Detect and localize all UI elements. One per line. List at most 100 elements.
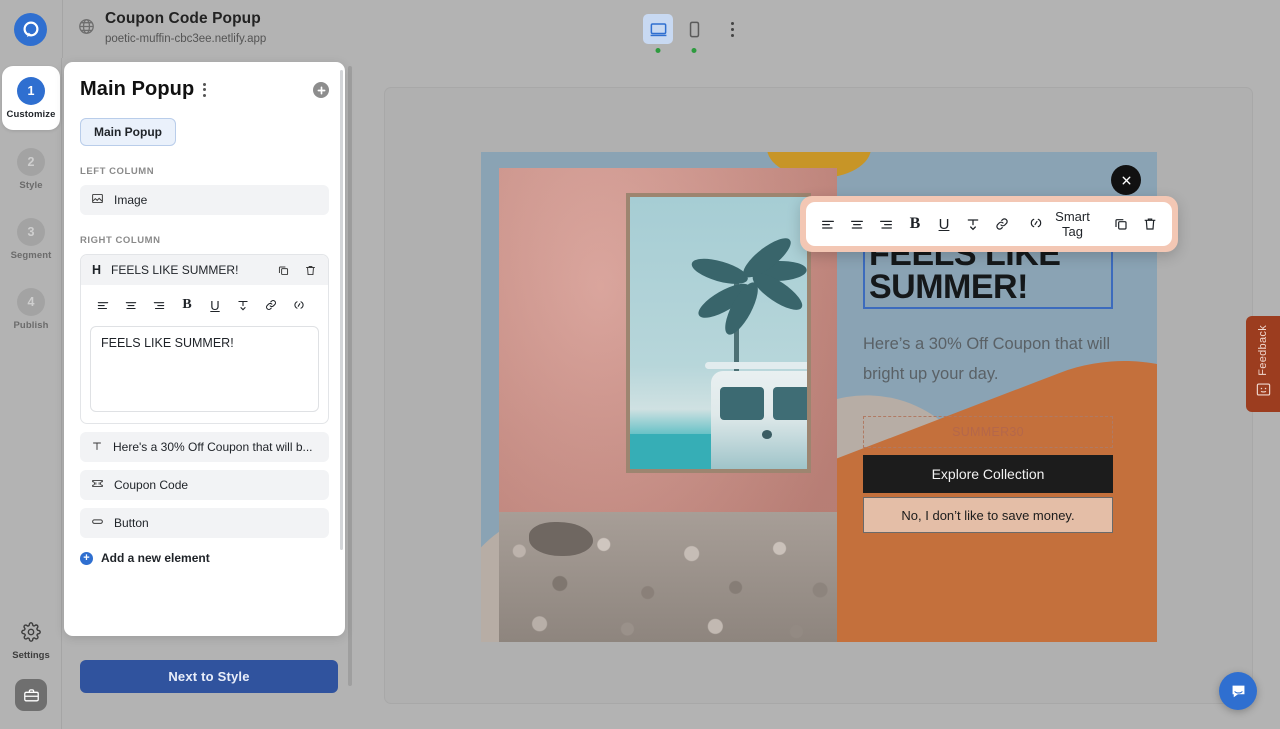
panel-kebab-menu-icon[interactable] — [201, 80, 208, 100]
app-root: Coupon Code Popup poetic-muffin-cbc3ee.n… — [0, 0, 1280, 729]
list-item-button[interactable]: Button — [80, 508, 329, 538]
framed-poster — [626, 193, 811, 473]
sidebar-step-publish[interactable]: 4 Publish — [0, 278, 62, 340]
device-toggle-group — [643, 14, 745, 53]
popup-coupon-code[interactable]: SUMMER30 — [863, 416, 1113, 448]
left-rail: 1 Customize 2 Style 3 Segment 4 Publish — [0, 58, 62, 729]
step-label: Customize — [6, 108, 56, 120]
list-item-label: Button — [114, 516, 149, 530]
desktop-status-dot — [655, 48, 661, 53]
next-to-style-button[interactable]: Next to Style — [80, 660, 338, 693]
text-format-toolbar: B U — [81, 285, 328, 320]
button-icon — [91, 515, 104, 531]
selected-element-label: FEELS LIKE SUMMER! — [111, 263, 239, 277]
globe-icon — [78, 18, 95, 40]
toolbar-align-left-icon[interactable] — [814, 209, 842, 239]
mobile-view-button[interactable] — [679, 14, 709, 53]
right-column-label: RIGHT COLUMN — [80, 235, 161, 246]
optimonk-logo-icon[interactable] — [14, 13, 47, 46]
toolbar-trash-icon[interactable] — [1136, 209, 1164, 239]
desktop-view-button[interactable] — [643, 14, 673, 53]
popup-decline-button[interactable]: No, I don’t like to save money. — [863, 497, 1113, 533]
toolbar-align-right-icon[interactable] — [872, 209, 900, 239]
list-item-label: Coupon Code — [114, 478, 189, 492]
text-icon — [91, 440, 103, 455]
smart-tag-button[interactable]: Smart Tag — [1024, 209, 1099, 239]
link-icon[interactable] — [257, 294, 285, 316]
heading-text-editor[interactable]: FEELS LIKE SUMMER! — [90, 326, 319, 412]
trash-icon[interactable] — [302, 262, 319, 279]
toolbar-align-center-icon[interactable] — [843, 209, 871, 239]
align-right-icon[interactable] — [145, 294, 173, 316]
site-info: Coupon Code Popup poetic-muffin-cbc3ee.n… — [78, 9, 266, 47]
underline-button[interactable]: U — [201, 294, 229, 316]
editor-panel: Main Popup Main Popup LEFT COLUMN Image … — [64, 62, 345, 636]
sidebar-step-segment[interactable]: 3 Segment — [0, 208, 62, 270]
toolbar-underline-button[interactable]: U — [930, 209, 958, 239]
toolbar-copy-icon[interactable] — [1107, 209, 1135, 239]
mobile-status-dot — [691, 48, 697, 53]
plus-circle-icon: + — [80, 551, 93, 565]
palm-fronds — [688, 230, 807, 339]
preview-canvas: FEELS LIKE SUMMER! Here’s a 30% Off Coup… — [384, 87, 1253, 704]
top-bar: Coupon Code Popup poetic-muffin-cbc3ee.n… — [0, 0, 1280, 58]
step-label: Style — [19, 179, 43, 191]
code-brackets-icon — [1028, 215, 1044, 234]
list-item-image[interactable]: Image — [80, 185, 329, 215]
list-item-text[interactable]: Here's a 30% Off Coupon that will b... — [80, 432, 329, 462]
heading-icon: H — [92, 263, 102, 277]
step-number: 1 — [17, 76, 45, 105]
selected-element-card: H FEELS LIKE SUMMER! B U FEELS LIKE SUMM… — [80, 254, 329, 424]
camper-van — [704, 362, 807, 469]
list-item-coupon-code[interactable]: Coupon Code — [80, 470, 329, 500]
kebab-menu-icon[interactable] — [719, 14, 745, 44]
popup-subheading[interactable]: Here’s a 30% Off Coupon that will bright… — [863, 329, 1113, 390]
chat-bubble-icon[interactable] — [1219, 672, 1257, 710]
toolbar-link-icon[interactable] — [988, 209, 1016, 239]
panel-header: Main Popup — [80, 78, 329, 101]
close-x-icon[interactable] — [1111, 165, 1141, 195]
feedback-face-icon — [1255, 382, 1272, 402]
align-center-icon[interactable] — [117, 294, 145, 316]
toolbar-bold-button[interactable]: B — [901, 209, 929, 239]
step-label: Segment — [10, 249, 52, 261]
page-scrollbar[interactable] — [348, 66, 352, 686]
step-number: 3 — [17, 217, 45, 246]
step-number: 2 — [17, 147, 45, 176]
page-title: Coupon Code Popup — [105, 10, 261, 27]
add-new-element-label: Add a new element — [101, 551, 210, 565]
clear-format-icon[interactable] — [229, 294, 257, 316]
image-icon — [91, 192, 104, 208]
sidebar-step-customize[interactable]: 1 Customize — [2, 66, 60, 130]
panel-title: Main Popup — [80, 78, 195, 100]
bold-button[interactable]: B — [173, 294, 201, 316]
toolbox-icon[interactable] — [15, 679, 47, 711]
smart-tag-label: Smart Tag — [1055, 209, 1090, 239]
add-circle-icon[interactable] — [313, 82, 329, 98]
popup-image[interactable] — [499, 168, 837, 642]
panel-scrollbar[interactable] — [340, 70, 343, 550]
selected-element-header[interactable]: H FEELS LIKE SUMMER! — [81, 255, 328, 285]
copy-icon[interactable] — [275, 262, 292, 279]
sidebar-step-style[interactable]: 2 Style — [0, 138, 62, 200]
rail-bottom: Settings — [0, 622, 62, 711]
sidebar-item-settings[interactable]: Settings — [12, 622, 50, 661]
feedback-tab[interactable]: Feedback — [1246, 316, 1280, 412]
toolbar-clear-format-icon[interactable] — [959, 209, 987, 239]
settings-label: Settings — [12, 650, 50, 661]
feedback-label: Feedback — [1257, 325, 1269, 376]
floating-text-toolbar: B U Smart Tag — [800, 196, 1178, 252]
step-number: 4 — [17, 287, 45, 316]
list-item-label: Image — [114, 193, 148, 207]
add-new-element-button[interactable]: + Add a new element — [80, 551, 329, 565]
tab-main-popup[interactable]: Main Popup — [80, 118, 176, 146]
align-left-icon[interactable] — [89, 294, 117, 316]
step-label: Publish — [13, 319, 49, 331]
site-url: poetic-muffin-cbc3ee.netlify.app — [105, 33, 267, 45]
gear-icon — [21, 622, 41, 647]
code-brackets-icon[interactable] — [285, 294, 313, 316]
popup-cta-button[interactable]: Explore Collection — [863, 455, 1113, 493]
list-item-label: Here's a 30% Off Coupon that will b... — [113, 440, 313, 454]
top-bar-divider — [62, 0, 63, 58]
left-column-label: LEFT COLUMN — [80, 166, 155, 177]
